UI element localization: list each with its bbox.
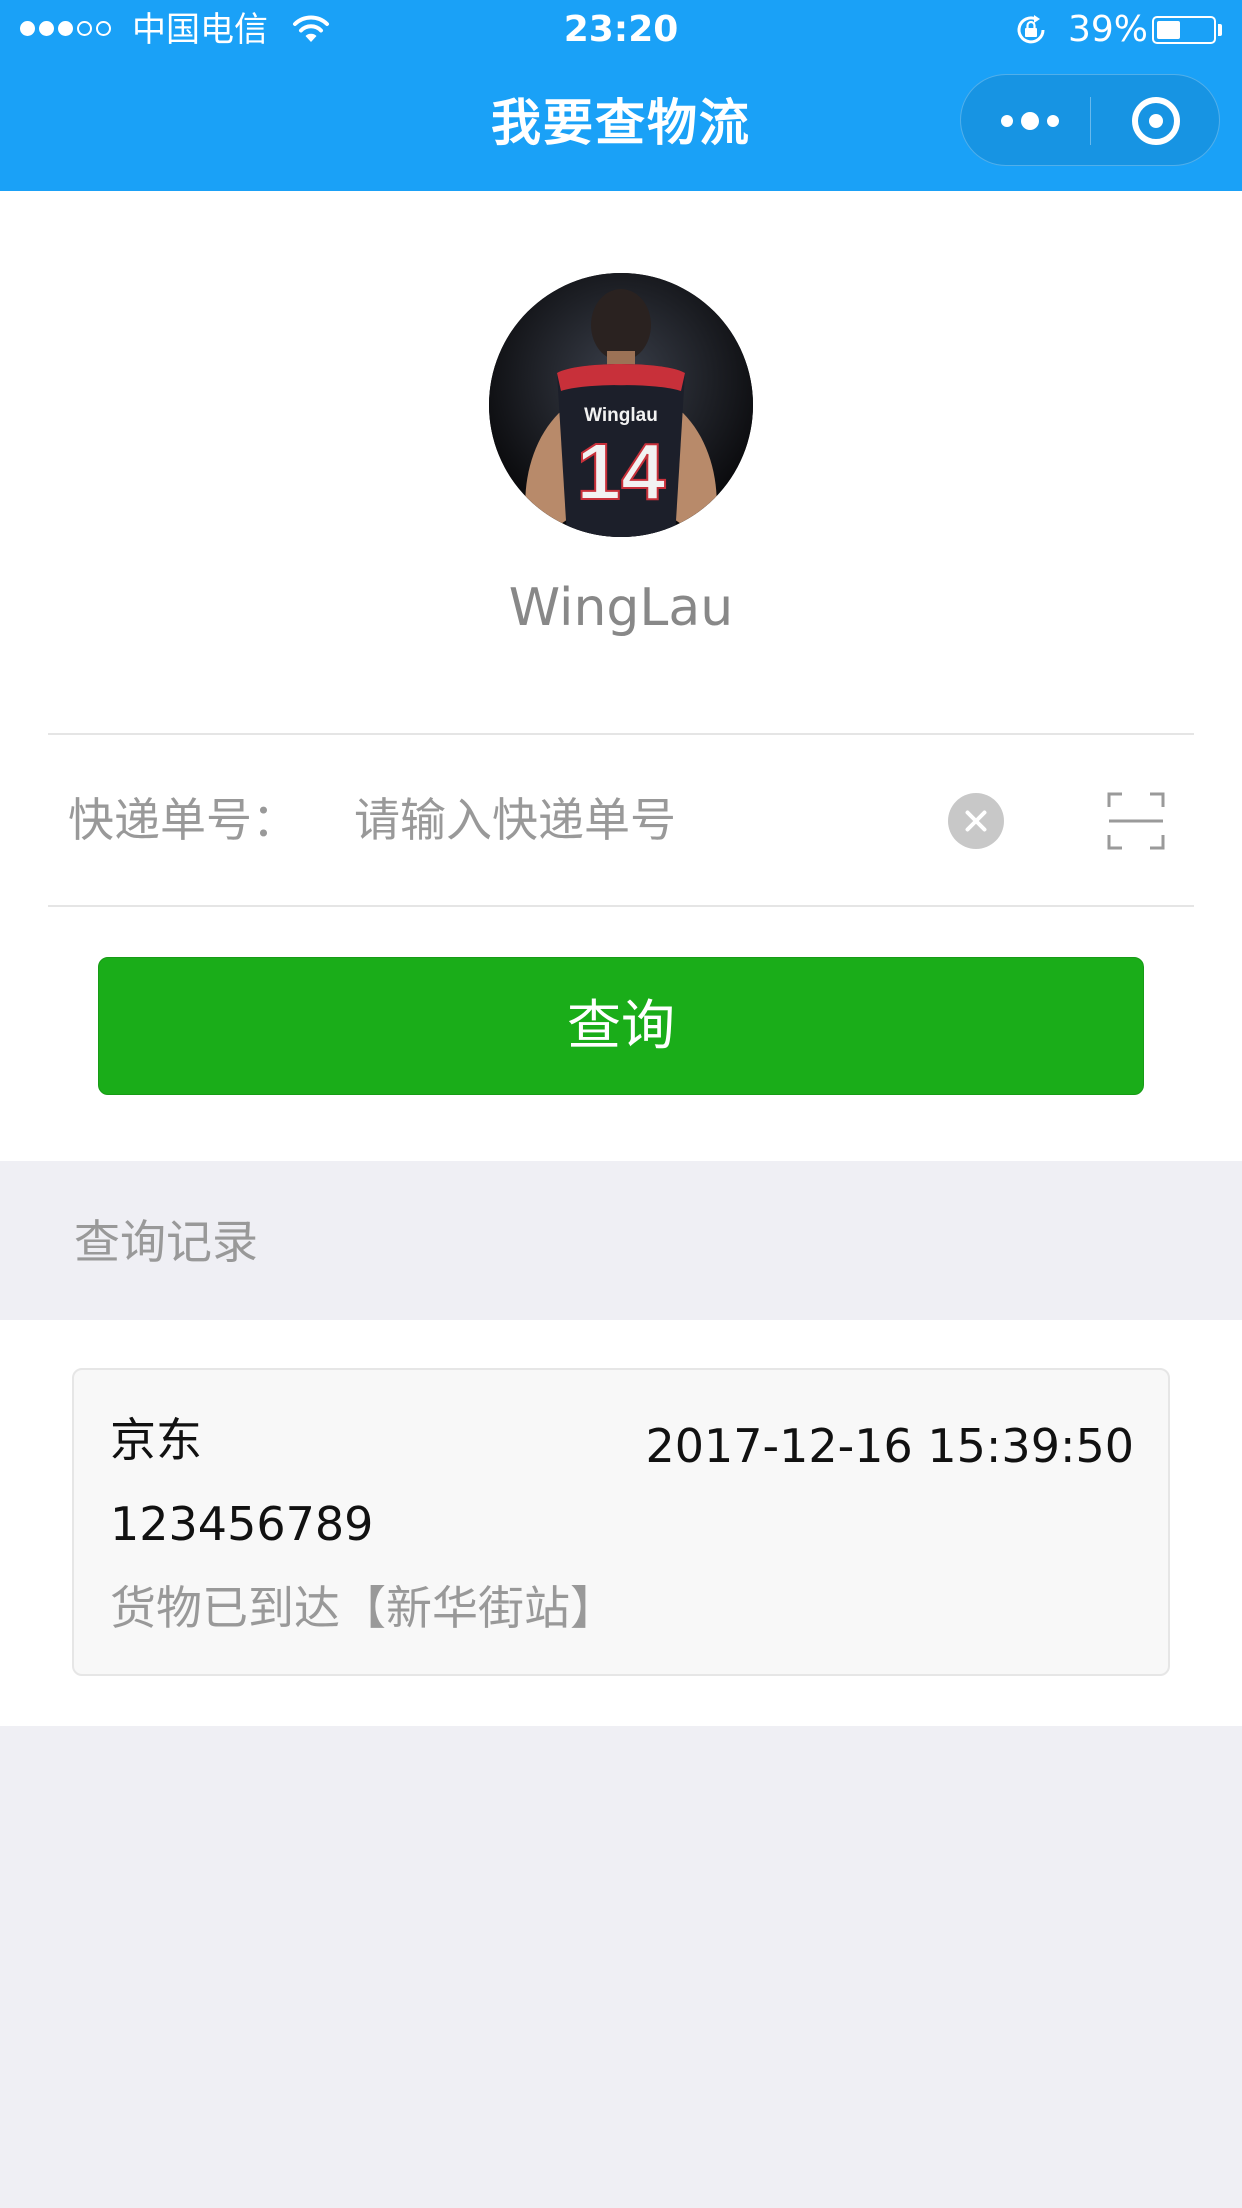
main-panel: Winglau 14 WingLau 快递单号： 查询 — [0, 191, 1242, 1161]
avatar: Winglau 14 — [489, 273, 753, 537]
record-tracking-number: 123456789 — [110, 1497, 374, 1551]
history-title: 查询记录 — [74, 1215, 258, 1269]
battery-percent: 39% — [1068, 9, 1149, 50]
rotation-lock-icon — [1017, 15, 1045, 44]
record-company: 京东 — [110, 1413, 202, 1467]
history-header: 查询记录 — [0, 1161, 1242, 1320]
jersey-number: 14 — [577, 427, 666, 516]
tracking-number-input[interactable] — [354, 785, 934, 855]
tracking-number-label: 快递单号： — [68, 793, 298, 847]
battery-icon — [1152, 16, 1216, 44]
top-bar: 中国电信 23:20 39% 我要查物流 — [0, 0, 1242, 191]
more-icon — [1001, 112, 1059, 130]
record-time: 2017-12-16 15:39:50 — [645, 1419, 1134, 1473]
close-icon — [1132, 97, 1180, 145]
query-button[interactable]: 查询 — [98, 957, 1144, 1095]
history-record-card[interactable]: 京东 2017-12-16 15:39:50 123456789 货物已到达【新… — [72, 1368, 1170, 1676]
status-bar: 中国电信 23:20 39% — [0, 0, 1242, 60]
clear-icon[interactable] — [948, 793, 1004, 849]
record-status: 货物已到达【新华街站】 — [110, 1581, 616, 1635]
username: WingLau — [508, 578, 734, 638]
battery-tip — [1218, 24, 1222, 36]
tracking-number-row: 快递单号： — [48, 733, 1194, 907]
history-list: 京东 2017-12-16 15:39:50 123456789 货物已到达【新… — [0, 1320, 1242, 1726]
more-button[interactable] — [961, 75, 1090, 167]
mini-program-capsule — [960, 74, 1220, 166]
battery-fill — [1157, 21, 1180, 39]
jersey-name: Winglau — [584, 405, 658, 426]
scan-icon[interactable] — [1106, 791, 1166, 851]
status-time: 23:20 — [563, 9, 679, 50]
close-button[interactable] — [1091, 75, 1221, 167]
